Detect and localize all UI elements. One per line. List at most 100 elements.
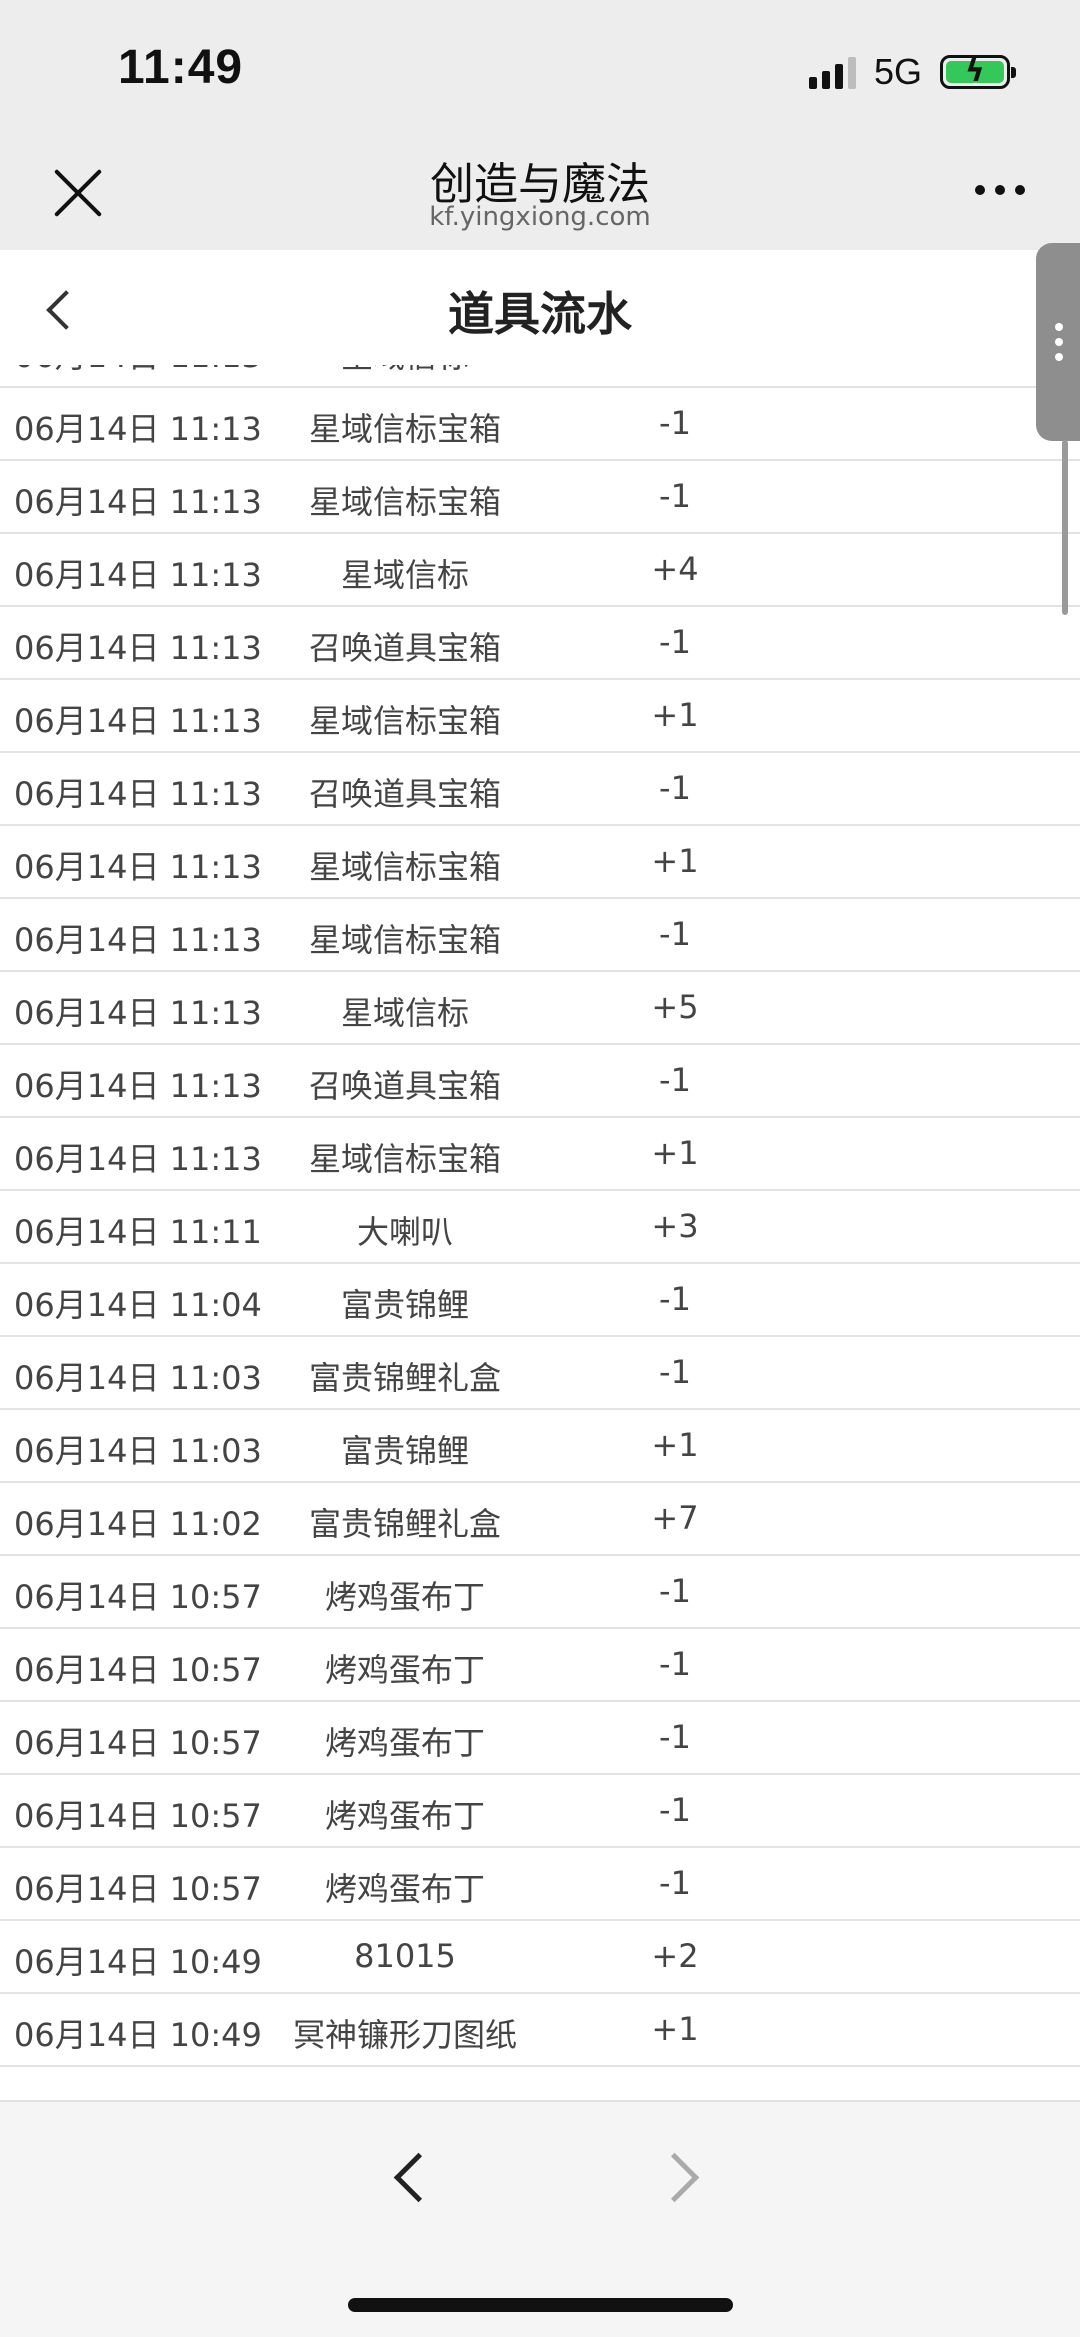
row-quantity: +4 bbox=[651, 550, 699, 588]
row-item-name: 星域信标 bbox=[340, 994, 469, 1032]
table-row: 06月14日 10:49 81015 +2 bbox=[0, 1921, 1080, 1994]
table-row: 06月14日 11:03 富贵锦鲤礼盒 -1 bbox=[0, 1337, 1080, 1410]
row-time: 06月14日 10:57 bbox=[14, 1578, 262, 1616]
row-time: 06月14日 10:57 bbox=[14, 1651, 262, 1689]
row-quantity: -1 bbox=[659, 915, 691, 953]
row-time: 06月14日 11:03 bbox=[14, 1359, 262, 1397]
row-time: 06月14日 11:13 bbox=[14, 1140, 262, 1178]
table-row: 06月14日 11:13 星域信标宝箱 -1 bbox=[0, 461, 1080, 534]
row-time: 06月14日 11:13 bbox=[14, 1067, 262, 1105]
row-item-name: 召唤道具宝箱 bbox=[308, 629, 501, 667]
row-item-name: 富贵锦鲤 bbox=[340, 1432, 469, 1470]
row-quantity: +2 bbox=[651, 1937, 699, 1975]
table-row: 06月14日 10:57 烤鸡蛋布丁 -1 bbox=[0, 1848, 1080, 1921]
more-options-button[interactable] bbox=[975, 185, 1025, 195]
row-item-name: 星域信标 bbox=[340, 556, 469, 594]
row-item-name: 星域信标宝箱 bbox=[308, 410, 501, 448]
table-row: 06月14日 11:13 召唤道具宝箱 -1 bbox=[0, 1045, 1080, 1118]
row-time: 06月14日 11:13 bbox=[14, 556, 262, 594]
row-quantity: -1 bbox=[659, 623, 691, 661]
row-item-name: 81015 bbox=[354, 1937, 456, 1975]
table-row: 06月14日 11:13 星域信标宝箱 -1 bbox=[0, 388, 1080, 461]
page-title: 道具流水 bbox=[448, 287, 632, 341]
row-quantity: -1 bbox=[659, 1864, 691, 1902]
table-row: 06月14日 11:03 富贵锦鲤 +1 bbox=[0, 1410, 1080, 1483]
row-quantity: +1 bbox=[651, 842, 699, 880]
row-item-name: 星域信标宝箱 bbox=[308, 848, 501, 886]
row-quantity: +7 bbox=[651, 1499, 699, 1537]
nav-back-arrow-icon[interactable] bbox=[385, 2152, 435, 2202]
row-item-name: 召唤道具宝箱 bbox=[308, 775, 501, 813]
table-row: 06月14日 11:13 星域信标宝箱 -1 bbox=[0, 899, 1080, 972]
table-row: 06月14日 10:49 冥神镰形刀图纸 +1 bbox=[0, 1994, 1080, 2067]
miniprogram-domain: kf.yingxiong.com bbox=[429, 202, 651, 232]
scrollbar[interactable] bbox=[1062, 440, 1068, 615]
row-time: 06月14日 10:57 bbox=[14, 1797, 262, 1835]
row-quantity: -1 bbox=[659, 1718, 691, 1756]
table-row: 06月14日 10:57 烤鸡蛋布丁 -1 bbox=[0, 1556, 1080, 1629]
row-quantity: -1 bbox=[659, 1280, 691, 1318]
row-item-name: 烤鸡蛋布丁 bbox=[324, 1870, 485, 1908]
table-row: 06月14日 11:13 召唤道具宝箱 -1 bbox=[0, 753, 1080, 826]
row-quantity: -1 bbox=[659, 1572, 691, 1610]
row-time: 06月14日 11:13 bbox=[14, 629, 262, 667]
row-quantity: +1 bbox=[651, 2010, 699, 2048]
row-quantity: -1 bbox=[659, 1645, 691, 1683]
table-row: 06月14日 11:13 召唤道具宝箱 -1 bbox=[0, 607, 1080, 680]
table-row: 06月14日 10:57 烤鸡蛋布丁 -1 bbox=[0, 1629, 1080, 1702]
row-time: 06月14日 11:13 bbox=[14, 921, 262, 959]
row-item-name: 大喇叭 bbox=[356, 1213, 453, 1251]
miniprogram-header: 11:49 5G ϟ 创造与魔法 kf.yingxiong.com bbox=[0, 0, 1080, 250]
table-row: 06月14日 11:11 大喇叭 +3 bbox=[0, 1191, 1080, 1264]
row-quantity: -1 bbox=[659, 404, 691, 442]
row-time: 06月14日 11:13 bbox=[14, 365, 274, 377]
row-quantity: -1 bbox=[659, 769, 691, 807]
status-icons: 5G ϟ bbox=[808, 50, 1016, 94]
row-time: 06月14日 10:49 bbox=[14, 2016, 262, 2054]
row-time: 06月14日 11:13 bbox=[14, 994, 262, 1032]
row-item-name: 星域信标宝箱 bbox=[308, 483, 501, 521]
row-time: 06月14日 11:02 bbox=[14, 1505, 262, 1543]
row-item-name: 冥神镰形刀图纸 bbox=[292, 2016, 517, 2054]
transaction-list[interactable]: 06月14日 11:13星域信标+406月14日 11:13星域信标宝箱-106… bbox=[0, 365, 1080, 2100]
row-quantity: -1 bbox=[659, 1061, 691, 1099]
table-row: 06月14日 11:13 星域信标宝箱 +1 bbox=[0, 1118, 1080, 1191]
row-time: 06月14日 11:13 bbox=[14, 775, 262, 813]
row-time: 06月14日 11:13 bbox=[14, 410, 262, 448]
row-time: 06月14日 10:57 bbox=[14, 1870, 262, 1908]
row-item-name: 烤鸡蛋布丁 bbox=[324, 1797, 485, 1835]
row-time: 06月14日 11:11 bbox=[14, 1213, 262, 1251]
battery-charging-icon: ϟ bbox=[940, 54, 1016, 89]
table-row: 06月14日 11:04 富贵锦鲤 -1 bbox=[0, 1264, 1080, 1337]
row-item-name: 富贵锦鲤礼盒 bbox=[308, 1359, 501, 1397]
row-time: 06月14日 10:49 bbox=[14, 1943, 262, 1981]
home-indicator[interactable] bbox=[348, 2298, 733, 2312]
row-time: 06月14日 11:13 bbox=[14, 702, 262, 740]
row-time: 06月14日 11:04 bbox=[14, 1286, 262, 1324]
table-row: 06月14日 10:57 烤鸡蛋布丁 -1 bbox=[0, 1702, 1080, 1775]
row-time: 06月14日 11:13 bbox=[14, 848, 262, 886]
row-quantity: +5 bbox=[651, 988, 699, 1026]
signal-icon bbox=[808, 55, 856, 89]
row-item-name: 星域信标 bbox=[280, 365, 530, 377]
floating-side-handle[interactable] bbox=[1036, 243, 1080, 441]
table-row: 06月14日 11:13 星域信标 +4 bbox=[0, 365, 1080, 388]
nav-forward-arrow-icon[interactable] bbox=[655, 2152, 705, 2202]
table-row: 06月14日 11:13 星域信标宝箱 +1 bbox=[0, 680, 1080, 753]
row-item-name: 烤鸡蛋布丁 bbox=[324, 1724, 485, 1762]
table-row: 06月14日 11:13 星域信标宝箱 +1 bbox=[0, 826, 1080, 899]
table-row: 06月14日 11:13 星域信标 +5 bbox=[0, 972, 1080, 1045]
row-quantity: +1 bbox=[651, 696, 699, 734]
status-time: 11:49 bbox=[118, 41, 244, 94]
row-quantity: -1 bbox=[659, 477, 691, 515]
row-item-name: 烤鸡蛋布丁 bbox=[324, 1651, 485, 1689]
row-quantity: -1 bbox=[659, 1353, 691, 1391]
row-time: 06月14日 10:57 bbox=[14, 1724, 262, 1762]
table-row: 06月14日 11:02 富贵锦鲤礼盒 +7 bbox=[0, 1483, 1080, 1556]
row-item-name: 星域信标宝箱 bbox=[308, 921, 501, 959]
row-item-name: 星域信标宝箱 bbox=[308, 702, 501, 740]
row-quantity: +4 bbox=[620, 365, 730, 369]
row-quantity: +3 bbox=[651, 1207, 699, 1245]
row-time: 06月14日 11:13 bbox=[14, 483, 262, 521]
row-item-name: 召唤道具宝箱 bbox=[308, 1067, 501, 1105]
